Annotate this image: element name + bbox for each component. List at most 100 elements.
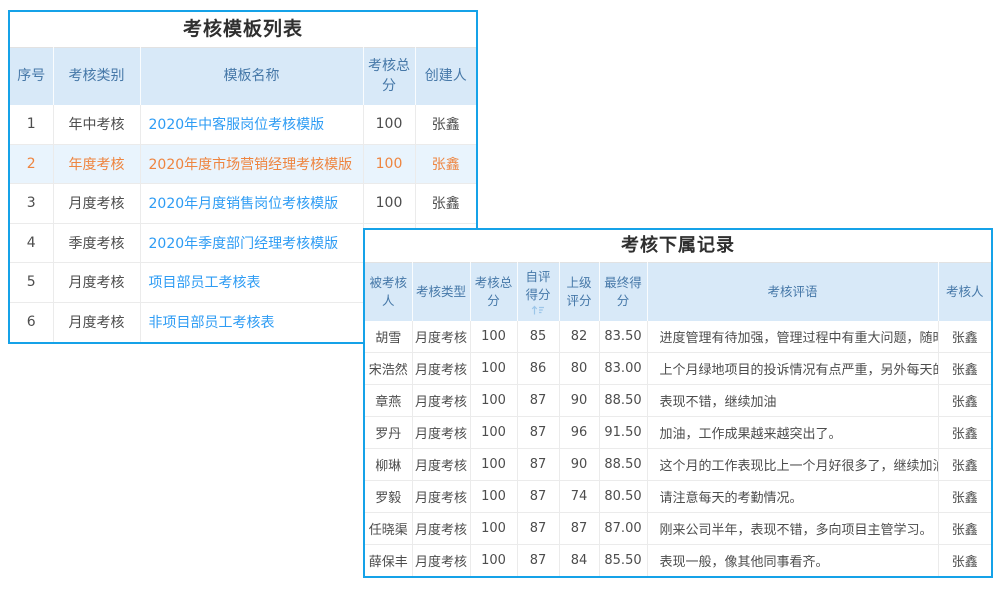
cell-assessee: 胡雪 <box>365 321 412 353</box>
column-header-self_score[interactable]: 自评得分 <box>517 263 559 321</box>
column-header-assessee: 被考核人 <box>365 263 412 321</box>
cell-self_score: 87 <box>517 513 559 545</box>
column-header-label: 考核总分 <box>475 275 513 308</box>
table-row[interactable]: 胡雪月度考核100858283.50进度管理有待加强，管理过程中有重大问题，随时… <box>365 321 991 353</box>
cell-final_score: 88.50 <box>599 449 647 481</box>
cell-total: 100 <box>470 449 517 481</box>
cell-assessee: 罗丹 <box>365 417 412 449</box>
cell-no: 1 <box>10 105 53 145</box>
cell-comment: 请注意每天的考勤情况。 <box>647 481 938 513</box>
table-row[interactable]: 任晓渠月度考核100878787.00刚来公司半年，表现不错，多向项目主管学习。… <box>365 513 991 545</box>
column-header-category: 考核类别 <box>53 48 140 105</box>
cell-final_score: 80.50 <box>599 481 647 513</box>
cell-name: 2020年中客服岗位考核模版 <box>140 105 363 145</box>
column-header-score: 考核总分 <box>363 48 415 105</box>
cell-superior_score: 96 <box>559 417 599 449</box>
table-row[interactable]: 柳琳月度考核100879088.50这个月的工作表现比上一个月好很多了，继续加油… <box>365 449 991 481</box>
column-header-label: 考核类型 <box>416 284 466 299</box>
column-header-label: 创建人 <box>425 68 467 84</box>
cell-superior_score: 80 <box>559 353 599 385</box>
table-row[interactable]: 章燕月度考核100879088.50表现不错，继续加油张鑫 <box>365 385 991 417</box>
cell-type: 月度考核 <box>412 513 470 545</box>
cell-comment: 加油，工作成果越来越突出了。 <box>647 417 938 449</box>
template-name-link[interactable]: 非项目部员工考核表 <box>149 315 275 331</box>
column-header-total: 考核总分 <box>470 263 517 321</box>
column-header-comment: 考核评语 <box>647 263 938 321</box>
cell-final_score: 87.00 <box>599 513 647 545</box>
cell-self_score: 87 <box>517 417 559 449</box>
cell-type: 月度考核 <box>412 417 470 449</box>
cell-total: 100 <box>470 417 517 449</box>
cell-total: 100 <box>470 385 517 417</box>
cell-type: 月度考核 <box>412 545 470 577</box>
cell-superior_score: 87 <box>559 513 599 545</box>
column-header-label: 自评得分 <box>525 269 550 302</box>
column-header-name: 模板名称 <box>140 48 363 105</box>
cell-superior_score: 90 <box>559 449 599 481</box>
cell-self_score: 87 <box>517 481 559 513</box>
cell-superior_score: 74 <box>559 481 599 513</box>
cell-comment: 表现一般，像其他同事看齐。 <box>647 545 938 577</box>
cell-no: 6 <box>10 302 53 342</box>
cell-type: 月度考核 <box>412 353 470 385</box>
cell-category: 月度考核 <box>53 263 140 303</box>
template-name-link[interactable]: 2020年中客服岗位考核模版 <box>149 117 325 133</box>
subordinate-records-table: 被考核人考核类型考核总分自评得分上级评分最终得分考核评语考核人胡雪月度考核100… <box>365 262 991 577</box>
cell-category: 月度考核 <box>53 302 140 342</box>
cell-total: 100 <box>470 545 517 577</box>
table-row[interactable]: 1年中考核2020年中客服岗位考核模版100张鑫 <box>10 105 476 145</box>
cell-self_score: 87 <box>517 449 559 481</box>
table-row[interactable]: 罗毅月度考核100877480.50请注意每天的考勤情况。张鑫 <box>365 481 991 513</box>
column-header-label: 考核评语 <box>767 284 817 299</box>
template-name-link[interactable]: 2020年季度部门经理考核模版 <box>149 236 339 252</box>
column-header-superior_score: 上级评分 <box>559 263 599 321</box>
table-row[interactable]: 薛保丰月度考核100878485.50表现一般，像其他同事看齐。张鑫 <box>365 545 991 577</box>
cell-final_score: 83.00 <box>599 353 647 385</box>
cell-assessor: 张鑫 <box>938 481 991 513</box>
cell-superior_score: 90 <box>559 385 599 417</box>
cell-name: 2020年月度销售岗位考核模版 <box>140 184 363 224</box>
cell-no: 2 <box>10 144 53 184</box>
cell-final_score: 83.50 <box>599 321 647 353</box>
cell-creator: 张鑫 <box>415 105 476 145</box>
cell-superior_score: 84 <box>559 545 599 577</box>
column-header-final_score: 最终得分 <box>599 263 647 321</box>
cell-no: 4 <box>10 223 53 263</box>
cell-assessee: 薛保丰 <box>365 545 412 577</box>
cell-self_score: 86 <box>517 353 559 385</box>
cell-comment: 进度管理有待加强，管理过程中有重大问题，随时... <box>647 321 938 353</box>
table-row[interactable]: 2年度考核2020年度市场营销经理考核模版100张鑫 <box>10 144 476 184</box>
cell-type: 月度考核 <box>412 321 470 353</box>
table-row[interactable]: 宋浩然月度考核100868083.00上个月绿地项目的投诉情况有点严重，另外每天… <box>365 353 991 385</box>
cell-no: 3 <box>10 184 53 224</box>
cell-score: 100 <box>363 184 415 224</box>
column-header-label: 考核类别 <box>69 68 125 84</box>
column-header-label: 模板名称 <box>224 68 280 84</box>
column-header-label: 上级评分 <box>566 275 591 308</box>
cell-total: 100 <box>470 513 517 545</box>
cell-assessor: 张鑫 <box>938 449 991 481</box>
column-header-label: 考核人 <box>946 284 984 299</box>
cell-comment: 上个月绿地项目的投诉情况有点严重，另外每天的... <box>647 353 938 385</box>
template-name-link[interactable]: 2020年月度销售岗位考核模版 <box>149 196 339 212</box>
cell-category: 季度考核 <box>53 223 140 263</box>
cell-final_score: 88.50 <box>599 385 647 417</box>
cell-name: 2020年度市场营销经理考核模版 <box>140 144 363 184</box>
table-row[interactable]: 罗丹月度考核100879691.50加油，工作成果越来越突出了。张鑫 <box>365 417 991 449</box>
cell-assessee: 宋浩然 <box>365 353 412 385</box>
cell-assessee: 任晓渠 <box>365 513 412 545</box>
column-header-label: 被考核人 <box>369 275 407 308</box>
cell-type: 月度考核 <box>412 449 470 481</box>
cell-name: 2020年季度部门经理考核模版 <box>140 223 363 263</box>
cell-self_score: 87 <box>517 545 559 577</box>
panel-title: 考核模板列表 <box>10 12 476 47</box>
template-name-link[interactable]: 2020年度市场营销经理考核模版 <box>149 157 353 173</box>
cell-assessor: 张鑫 <box>938 545 991 577</box>
cell-final_score: 85.50 <box>599 545 647 577</box>
template-name-link[interactable]: 项目部员工考核表 <box>149 275 261 291</box>
sort-icon[interactable] <box>531 305 545 315</box>
table-row[interactable]: 3月度考核2020年月度销售岗位考核模版100张鑫 <box>10 184 476 224</box>
cell-assessor: 张鑫 <box>938 385 991 417</box>
cell-final_score: 91.50 <box>599 417 647 449</box>
cell-category: 年度考核 <box>53 144 140 184</box>
